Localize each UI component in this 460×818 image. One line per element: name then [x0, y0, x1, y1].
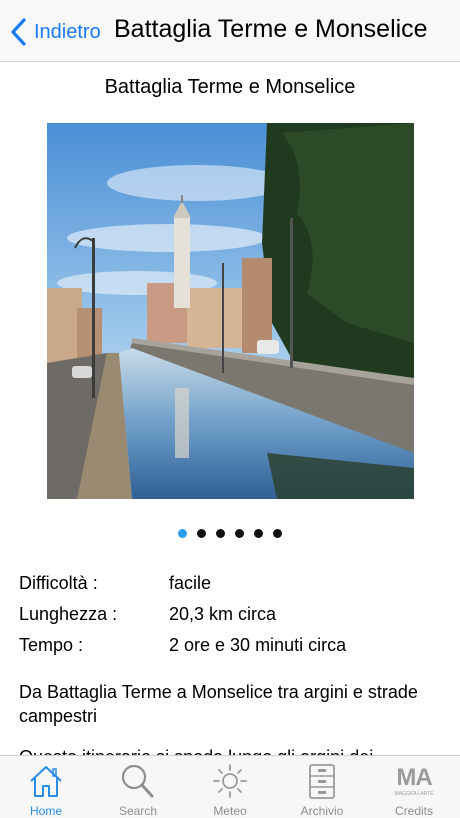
difficulty-value: facile: [169, 573, 212, 593]
tab-search-label: Search: [118, 804, 158, 818]
info-row-length: Lunghezza : 20,3 km circa: [19, 599, 439, 630]
tab-meteo[interactable]: Meteo: [184, 756, 276, 818]
canal-photo-image: [47, 123, 414, 499]
archive-cabinet-icon: [309, 764, 335, 799]
route-info: Difficoltà : facile Lunghezza : 20,3 km …: [19, 568, 439, 661]
page-dot[interactable]: [216, 529, 225, 538]
tab-archivio[interactable]: Archivio: [276, 756, 368, 818]
tab-archivio-label: Archivio: [300, 804, 344, 818]
search-icon: [121, 764, 154, 798]
sun-icon: [213, 764, 247, 798]
navigation-bar: Indietro Battaglia Terme e Monselice: [0, 0, 460, 62]
page-dot[interactable]: [235, 529, 244, 538]
page-dot[interactable]: [197, 529, 206, 538]
tab-home-label: Home: [29, 804, 62, 818]
content-scroll-area[interactable]: Battaglia Terme e Monselice Difficoltà:…: [0, 63, 460, 755]
home-icon: [30, 766, 62, 797]
page-dot[interactable]: [254, 529, 263, 538]
route-description-body: Questo itinerario si snoda lungo gli arg…: [19, 745, 439, 755]
back-label: Indietro: [34, 20, 101, 43]
tab-credits[interactable]: MA MAGGIOLI ARTE Credits: [368, 756, 460, 818]
info-row-time: Tempo : 2 ore e 30 minuti circa: [19, 630, 439, 661]
tab-meteo-label: Meteo: [213, 804, 247, 818]
ma-logo-subtext: MAGGIOLI ARTE: [394, 791, 434, 797]
route-description: Da Battaglia Terme a Monselice tra argin…: [19, 682, 418, 726]
ma-logo-icon: MA MAGGIOLI ARTE: [394, 762, 433, 800]
difficulty-label: Difficoltà :: [19, 573, 98, 593]
page-dot[interactable]: [273, 529, 282, 538]
back-button[interactable]: Indietro: [8, 14, 101, 50]
nav-title: Battaglia Terme e Monselice: [114, 15, 428, 43]
ma-logo-text: MA: [396, 764, 432, 791]
tab-search[interactable]: Search: [92, 756, 184, 818]
page-indicator[interactable]: [0, 529, 460, 538]
tab-credits-label: Credits: [394, 804, 433, 818]
time-label: Tempo :: [19, 635, 84, 655]
chevron-left-icon: [11, 18, 26, 46]
length-label: Lunghezza :: [19, 604, 118, 624]
length-value: 20,3 km circa: [169, 604, 277, 624]
tab-home[interactable]: Home: [0, 756, 92, 818]
info-row-difficulty: Difficoltà : facile: [19, 568, 439, 599]
page-dot[interactable]: [178, 529, 187, 538]
time-value: 2 ore e 30 minuti circa: [169, 635, 347, 655]
route-photo[interactable]: [47, 123, 414, 499]
page-title: Battaglia Terme e Monselice: [104, 76, 356, 98]
tab-bar: Home Search Meteo Archivio MA MAGGIOLI A…: [0, 755, 460, 818]
